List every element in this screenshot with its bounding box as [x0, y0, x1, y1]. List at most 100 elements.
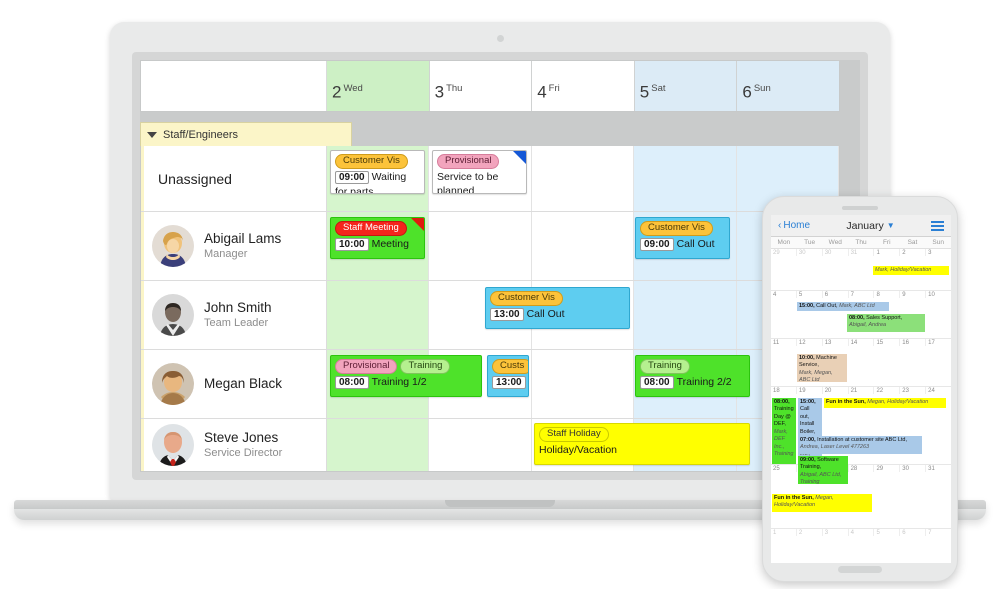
day-cell[interactable]: 5 — [874, 529, 901, 536]
event-staff-holiday[interactable]: Staff Holiday Holiday/Vacation — [534, 423, 750, 465]
day-cell[interactable]: 5 — [797, 291, 823, 298]
day-cell[interactable]: 19 — [797, 387, 823, 394]
phone-event-software-training[interactable]: 09:00, Software Training, Abigail, ABC L… — [798, 456, 848, 484]
table-row: John Smith Team Leader Customer Vis 13:0… — [141, 281, 840, 350]
day-cell[interactable]: 20 — [823, 387, 849, 394]
day-cell[interactable]: 2 — [900, 249, 927, 256]
event-title: Training 2/2 — [676, 375, 732, 388]
day-cell[interactable]: 8 — [874, 291, 901, 298]
event-time: 09:00 — [335, 170, 369, 184]
resource-cell-megan-black[interactable]: Megan Black — [141, 350, 327, 418]
phone-home-indicator[interactable] — [838, 566, 882, 573]
day-cell[interactable]: 3 — [823, 529, 849, 536]
event-badge: Provisional — [437, 154, 500, 169]
phone-event-machine-service[interactable]: 10:00, Machine Service, Mark, Megan, ABC… — [797, 354, 847, 382]
day-cell[interactable]: 17 — [926, 339, 951, 346]
day-cell[interactable]: 1 — [771, 529, 797, 536]
event-customer-visit-waiting[interactable]: Customer Vis 09:00 Waiting for parts — [330, 150, 425, 194]
day-cell[interactable]: 31 — [926, 465, 951, 472]
day-cell[interactable]: 28 — [849, 465, 875, 472]
day-cell[interactable]: 1 — [874, 249, 901, 256]
day-header-sun[interactable]: 6 Sun — [737, 61, 839, 111]
event-time: 09:00 — [640, 237, 674, 251]
day-cell[interactable]: 18 — [771, 387, 797, 394]
phone-event-install-boiler[interactable]: 15:00, Call out, Install Boiler, Mark, D… — [798, 398, 822, 464]
day-cell[interactable]: 14 — [849, 339, 875, 346]
grid-cell[interactable] — [531, 212, 635, 280]
event-title: Training 1/2 — [371, 375, 427, 388]
day-cell[interactable]: 6 — [823, 291, 849, 298]
day-cell[interactable]: 6 — [900, 529, 927, 536]
phone-event-callout[interactable]: 15:00, Call Out, Mark, ABC Ltd — [797, 302, 889, 311]
day-cell[interactable]: 29 — [874, 465, 901, 472]
phone-event-detail: Mark, Megan, ABC Ltd — [799, 369, 833, 382]
day-cell[interactable]: 2 — [797, 529, 823, 536]
grid-cell[interactable] — [531, 146, 635, 211]
day-header-thu[interactable]: 3 Thu — [429, 61, 533, 111]
day-cell[interactable]: 4 — [771, 291, 797, 298]
day-cell[interactable]: 4 — [849, 529, 875, 536]
phone-event-holiday[interactable]: Mark, Holiday/Vacation — [873, 266, 949, 275]
grid-cell[interactable] — [327, 281, 430, 349]
event-customer-visit-callout-john[interactable]: Customer Vis 13:00 Call Out — [485, 287, 630, 329]
phone-event-training-day[interactable]: 08:00, Training Day @ DEF, Mark, DEF Inc… — [772, 398, 796, 464]
day-cell[interactable]: 7 — [849, 291, 875, 298]
day-name-fri: Fri — [882, 239, 891, 246]
event-customer-visit-megan[interactable]: Custs 13:00 — [487, 355, 529, 397]
event-training-2-2[interactable]: Training 08:00 Training 2/2 — [635, 355, 750, 397]
event-customer-visit-callout-abigail[interactable]: Customer Vis 09:00 Call Out — [635, 217, 730, 259]
day-cell[interactable]: 7 — [926, 529, 951, 536]
resource-name: Steve Jones — [204, 429, 279, 445]
resource-cell-abigail-lams[interactable]: Abigail Lams Manager — [141, 212, 327, 280]
grid-cell[interactable] — [327, 419, 430, 471]
day-cell[interactable]: 16 — [900, 339, 927, 346]
day-header-sat[interactable]: 5 Sat — [634, 61, 738, 111]
grid-cell[interactable] — [531, 350, 635, 418]
resource-cell-steve-jones[interactable]: Steve Jones Service Director — [141, 419, 327, 471]
menu-icon[interactable] — [931, 220, 944, 231]
grid-cell[interactable] — [634, 146, 737, 211]
phone-screen: ‹ Home January ▼ Mon Tue Wed Thu Fri Sat… — [771, 215, 951, 563]
day-cell[interactable]: 25 — [771, 465, 797, 472]
month-selector[interactable]: January ▼ — [846, 220, 894, 232]
table-row: Unassigned Customer Vis 09:00 Waiting fo… — [141, 146, 840, 212]
back-home-button[interactable]: ‹ Home — [778, 220, 810, 231]
day-cell[interactable]: 30 — [900, 465, 927, 472]
phone-event-installation[interactable]: 07:00, Installation at customer site ABC… — [798, 436, 922, 454]
day-cell[interactable]: 15 — [874, 339, 901, 346]
day-header-wed[interactable]: 2 Wed — [327, 61, 430, 111]
day-cell[interactable]: 11 — [771, 339, 797, 346]
event-staff-meeting[interactable]: Staff Meeting 10:00 Meeting — [330, 217, 425, 259]
day-cell[interactable]: 3 — [926, 249, 951, 256]
collapse-triangle-icon[interactable] — [147, 131, 157, 138]
day-cell[interactable]: 29 — [771, 249, 797, 256]
grid-cell[interactable] — [429, 212, 532, 280]
phone-event-text: Installation at customer site ABC Ltd, — [817, 437, 908, 443]
day-cell[interactable]: 12 — [797, 339, 823, 346]
day-cell[interactable]: 30 — [797, 249, 823, 256]
group-header-staff-engineers[interactable]: Staff/Engineers — [140, 122, 352, 146]
day-cell[interactable]: 13 — [823, 339, 849, 346]
table-row: Abigail Lams Manager Staff Meeting 10:00… — [141, 212, 840, 281]
day-cell[interactable]: 30 — [823, 249, 849, 256]
day-name: Wed — [343, 83, 363, 94]
day-cell[interactable]: 22 — [874, 387, 901, 394]
day-cell[interactable]: 10 — [926, 291, 951, 298]
phone-event-fun-in-the-sun-2[interactable]: Fun in the Sun, Megan, Holiday/Vacation — [772, 494, 872, 512]
day-header-fri[interactable]: 4 Fri — [532, 61, 635, 111]
resource-cell-john-smith[interactable]: John Smith Team Leader — [141, 281, 327, 349]
event-training-1-2[interactable]: Provisional Training 08:00 Training 1/2 — [330, 355, 482, 397]
phone-event-fun-in-the-sun[interactable]: Fun in the Sun, Megan, Holiday/Vacation — [824, 398, 946, 408]
day-cell[interactable]: 23 — [900, 387, 927, 394]
grid-cell[interactable] — [429, 419, 532, 471]
day-name: Sun — [753, 83, 771, 94]
day-cell[interactable]: 31 — [849, 249, 875, 256]
day-cell[interactable]: 21 — [849, 387, 875, 394]
resource-cell-unassigned[interactable]: Unassigned — [141, 146, 327, 211]
day-cell[interactable]: 24 — [926, 387, 951, 394]
phone-event-sales-support[interactable]: 08:00, Sales Support, Abigail, Andrea — [847, 314, 925, 332]
grid-cell[interactable] — [634, 281, 737, 349]
event-provisional-service[interactable]: Provisional Service to be planned — [432, 150, 527, 194]
resource-text: John Smith Team Leader — [204, 300, 272, 330]
day-cell[interactable]: 9 — [900, 291, 927, 298]
